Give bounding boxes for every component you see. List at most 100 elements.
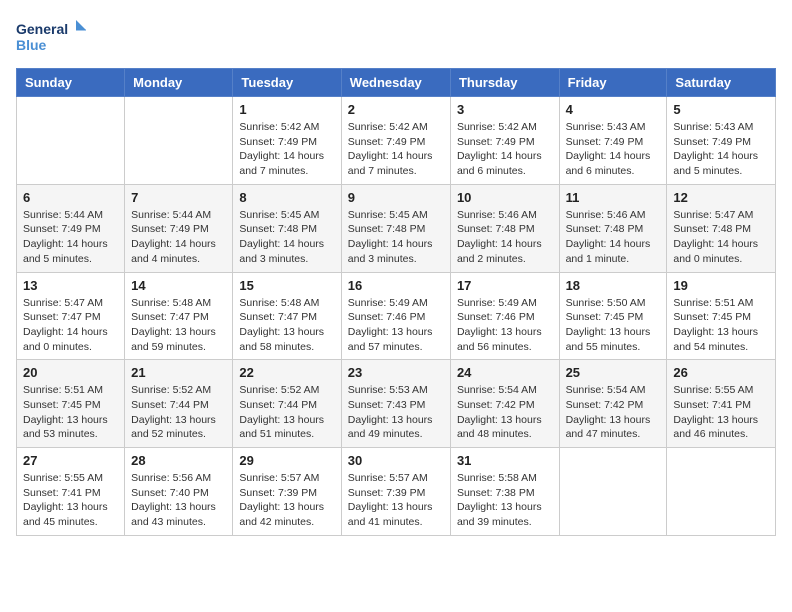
calendar-cell: [667, 448, 776, 536]
calendar-cell: 2 Sunrise: 5:42 AMSunset: 7:49 PMDaylight…: [341, 97, 450, 185]
calendar-cell: 19 Sunrise: 5:51 AMSunset: 7:45 PMDayligh…: [667, 272, 776, 360]
day-number: 27: [23, 453, 118, 468]
day-info: Sunrise: 5:47 AMSunset: 7:47 PMDaylight:…: [23, 296, 118, 355]
day-info: Sunrise: 5:50 AMSunset: 7:45 PMDaylight:…: [566, 296, 661, 355]
day-number: 22: [239, 365, 334, 380]
calendar-cell: 31Sunrise: 5:58 AMSunset: 7:38 PMDayligh…: [450, 448, 559, 536]
day-info: Sunrise: 5:53 AMSunset: 7:43 PMDaylight:…: [348, 383, 444, 442]
calendar-cell: 25Sunrise: 5:54 AMSunset: 7:42 PMDayligh…: [559, 360, 667, 448]
day-info: Sunrise: 5:57 AMSunset: 7:39 PMDaylight:…: [239, 471, 334, 530]
calendar-week-5: 27 Sunrise: 5:55 AMSunset: 7:41 PMDayligh…: [17, 448, 776, 536]
calendar-cell: 10 Sunrise: 5:46 AMSunset: 7:48 PMDayligh…: [450, 184, 559, 272]
day-info: Sunrise: 5:55 AMSunset: 7:41 PMDaylight:…: [673, 383, 769, 442]
calendar-cell: 12 Sunrise: 5:47 AMSunset: 7:48 PMDayligh…: [667, 184, 776, 272]
calendar-cell: 14 Sunrise: 5:48 AMSunset: 7:47 PMDayligh…: [125, 272, 233, 360]
weekday-header-saturday: Saturday: [667, 69, 776, 97]
day-info: Sunrise: 5:44 AMSunset: 7:49 PMDaylight:…: [23, 208, 118, 267]
day-number: 23: [348, 365, 444, 380]
day-number: 10: [457, 190, 553, 205]
day-number: 26: [673, 365, 769, 380]
calendar-cell: 18 Sunrise: 5:50 AMSunset: 7:45 PMDayligh…: [559, 272, 667, 360]
day-number: 14: [131, 278, 226, 293]
day-number: 9: [348, 190, 444, 205]
calendar-cell: 9 Sunrise: 5:45 AMSunset: 7:48 PMDaylight…: [341, 184, 450, 272]
svg-text:General: General: [16, 21, 68, 37]
day-number: 1: [239, 102, 334, 117]
day-number: 4: [566, 102, 661, 117]
day-info: Sunrise: 5:51 AMSunset: 7:45 PMDaylight:…: [673, 296, 769, 355]
calendar-cell: 13Sunrise: 5:47 AMSunset: 7:47 PMDayligh…: [17, 272, 125, 360]
calendar-cell: [559, 448, 667, 536]
day-number: 5: [673, 102, 769, 117]
day-info: Sunrise: 5:52 AMSunset: 7:44 PMDaylight:…: [131, 383, 226, 442]
calendar-table: SundayMondayTuesdayWednesdayThursdayFrid…: [16, 68, 776, 536]
weekday-header-monday: Monday: [125, 69, 233, 97]
calendar-cell: 6Sunrise: 5:44 AMSunset: 7:49 PMDaylight…: [17, 184, 125, 272]
calendar-cell: 3Sunrise: 5:42 AMSunset: 7:49 PMDaylight…: [450, 97, 559, 185]
day-number: 2: [348, 102, 444, 117]
day-number: 12: [673, 190, 769, 205]
calendar-cell: 4 Sunrise: 5:43 AMSunset: 7:49 PMDaylight…: [559, 97, 667, 185]
day-info: Sunrise: 5:43 AMSunset: 7:49 PMDaylight:…: [673, 120, 769, 179]
calendar-cell: 20 Sunrise: 5:51 AMSunset: 7:45 PMDayligh…: [17, 360, 125, 448]
weekday-header-friday: Friday: [559, 69, 667, 97]
svg-text:Blue: Blue: [16, 37, 47, 53]
calendar-cell: 26 Sunrise: 5:55 AMSunset: 7:41 PMDayligh…: [667, 360, 776, 448]
calendar-cell: 5 Sunrise: 5:43 AMSunset: 7:49 PMDaylight…: [667, 97, 776, 185]
calendar-cell: 21 Sunrise: 5:52 AMSunset: 7:44 PMDayligh…: [125, 360, 233, 448]
calendar-cell: 29 Sunrise: 5:57 AMSunset: 7:39 PMDayligh…: [233, 448, 341, 536]
calendar-cell: 17 Sunrise: 5:49 AMSunset: 7:46 PMDayligh…: [450, 272, 559, 360]
day-info: Sunrise: 5:54 AMSunset: 7:42 PMDaylight:…: [457, 383, 553, 442]
day-info: Sunrise: 5:55 AMSunset: 7:41 PMDaylight:…: [23, 471, 118, 530]
calendar-cell: [125, 97, 233, 185]
day-number: 20: [23, 365, 118, 380]
day-number: 11: [566, 190, 661, 205]
calendar-cell: 1Sunrise: 5:42 AMSunset: 7:49 PMDaylight…: [233, 97, 341, 185]
day-info: Sunrise: 5:48 AMSunset: 7:47 PMDaylight:…: [239, 296, 334, 355]
day-info: Sunrise: 5:49 AMSunset: 7:46 PMDaylight:…: [348, 296, 444, 355]
day-number: 28: [131, 453, 226, 468]
day-info: Sunrise: 5:54 AMSunset: 7:42 PMDaylight:…: [566, 383, 661, 442]
day-info: Sunrise: 5:43 AMSunset: 7:49 PMDaylight:…: [566, 120, 661, 179]
day-number: 30: [348, 453, 444, 468]
day-number: 18: [566, 278, 661, 293]
calendar-cell: 16 Sunrise: 5:49 AMSunset: 7:46 PMDayligh…: [341, 272, 450, 360]
calendar-cell: 27 Sunrise: 5:55 AMSunset: 7:41 PMDayligh…: [17, 448, 125, 536]
day-number: 24: [457, 365, 553, 380]
calendar-body: 1 Sunrise: 5:42 AMSunset: 7:49 PMDaylight…: [17, 97, 776, 536]
day-info: Sunrise: 5:58 AMSunset: 7:38 PMDaylight:…: [457, 471, 553, 530]
day-number: 21: [131, 365, 226, 380]
calendar-cell: 28 Sunrise: 5:56 AMSunset: 7:40 PMDayligh…: [125, 448, 233, 536]
calendar-week-2: 6Sunrise: 5:44 AMSunset: 7:49 PMDaylight…: [17, 184, 776, 272]
calendar-week-1: 1 Sunrise: 5:42 AMSunset: 7:49 PMDaylight…: [17, 97, 776, 185]
calendar-week-4: 20 Sunrise: 5:51 AMSunset: 7:45 PMDayligh…: [17, 360, 776, 448]
day-info: Sunrise: 5:46 AMSunset: 7:48 PMDaylight:…: [457, 208, 553, 267]
calendar-cell: 8 Sunrise: 5:45 AMSunset: 7:48 PMDaylight…: [233, 184, 341, 272]
day-number: 19: [673, 278, 769, 293]
calendar-cell: 22 Sunrise: 5:52 AMSunset: 7:44 PMDayligh…: [233, 360, 341, 448]
day-info: Sunrise: 5:49 AMSunset: 7:46 PMDaylight:…: [457, 296, 553, 355]
day-info: Sunrise: 5:45 AMSunset: 7:48 PMDaylight:…: [239, 208, 334, 267]
day-info: Sunrise: 5:47 AMSunset: 7:48 PMDaylight:…: [673, 208, 769, 267]
calendar-cell: 11 Sunrise: 5:46 AMSunset: 7:48 PMDayligh…: [559, 184, 667, 272]
day-number: 29: [239, 453, 334, 468]
day-info: Sunrise: 5:57 AMSunset: 7:39 PMDaylight:…: [348, 471, 444, 530]
day-info: Sunrise: 5:52 AMSunset: 7:44 PMDaylight:…: [239, 383, 334, 442]
calendar-cell: 30 Sunrise: 5:57 AMSunset: 7:39 PMDayligh…: [341, 448, 450, 536]
calendar-header-row: SundayMondayTuesdayWednesdayThursdayFrid…: [17, 69, 776, 97]
day-number: 8: [239, 190, 334, 205]
day-info: Sunrise: 5:42 AMSunset: 7:49 PMDaylight:…: [348, 120, 444, 179]
day-number: 15: [239, 278, 334, 293]
day-info: Sunrise: 5:51 AMSunset: 7:45 PMDaylight:…: [23, 383, 118, 442]
calendar-cell: 7Sunrise: 5:44 AMSunset: 7:49 PMDaylight…: [125, 184, 233, 272]
day-info: Sunrise: 5:56 AMSunset: 7:40 PMDaylight:…: [131, 471, 226, 530]
weekday-header-thursday: Thursday: [450, 69, 559, 97]
day-number: 17: [457, 278, 553, 293]
day-number: 16: [348, 278, 444, 293]
calendar-cell: 15 Sunrise: 5:48 AMSunset: 7:47 PMDayligh…: [233, 272, 341, 360]
day-info: Sunrise: 5:46 AMSunset: 7:48 PMDaylight:…: [566, 208, 661, 267]
day-number: 3: [457, 102, 553, 117]
day-info: Sunrise: 5:48 AMSunset: 7:47 PMDaylight:…: [131, 296, 226, 355]
day-info: Sunrise: 5:45 AMSunset: 7:48 PMDaylight:…: [348, 208, 444, 267]
day-number: 7: [131, 190, 226, 205]
